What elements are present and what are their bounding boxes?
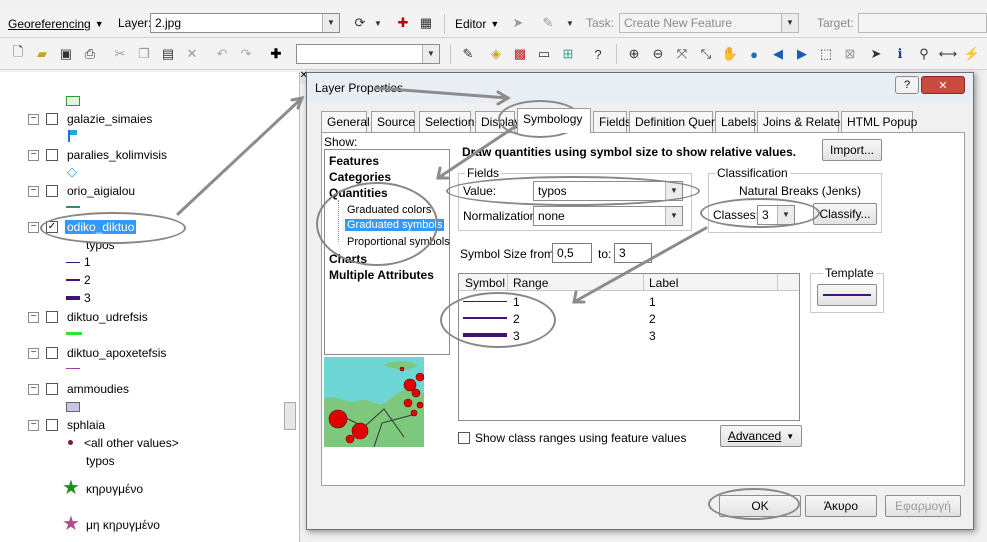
tab-symbology[interactable]: Symbology	[517, 108, 591, 133]
annotation-arrows	[176, 86, 708, 304]
